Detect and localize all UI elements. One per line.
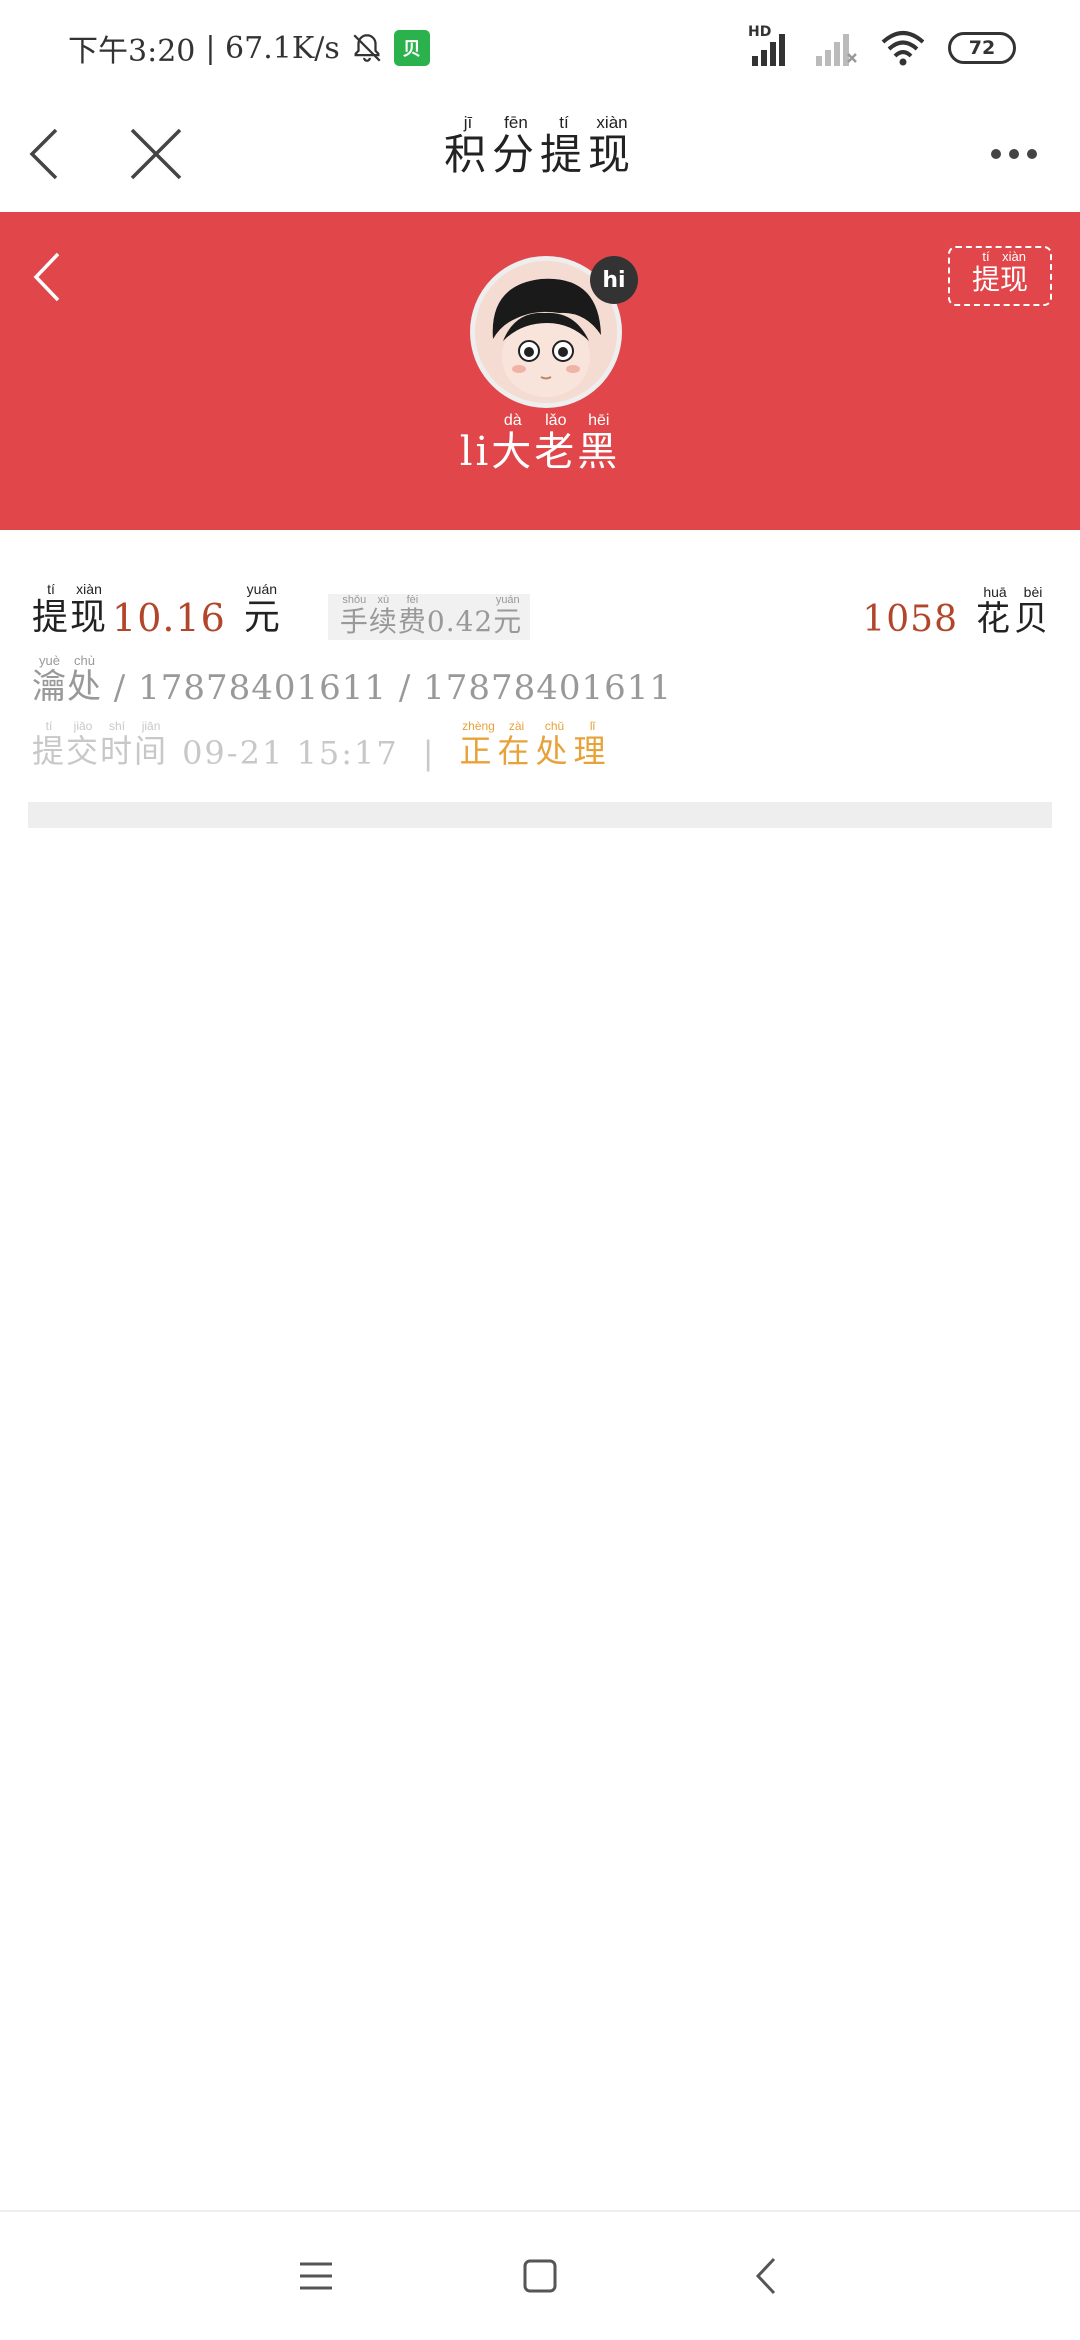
more-options-button[interactable]: [974, 114, 1054, 194]
submit-label: 提tí交jiāo时shí间jiān: [32, 719, 169, 770]
withdraw-label: 提tí现xiàn: [32, 581, 109, 638]
system-back-button[interactable]: [728, 2238, 804, 2314]
status-right: HD 72: [748, 24, 1016, 68]
status-left: 下午3:20 | 67.1K/s 贝: [68, 26, 430, 70]
chevron-left-icon: [33, 252, 60, 302]
more-icon: [991, 149, 1037, 159]
profile-banner: hi li大dà老lǎo黑hēi 提tí 现xiàn: [0, 212, 1080, 530]
page-title: 积jī分fēn提tí现xiàn: [443, 113, 637, 179]
banner-back-button[interactable]: [22, 242, 72, 312]
withdraw-record[interactable]: 提tí现xiàn 10.16 元yuán 手shǒu续xù费fèi0.42元yu…: [32, 576, 1052, 772]
amount-unit: 元yuán: [243, 581, 280, 638]
menu-icon: [300, 2262, 332, 2290]
withdraw-amount: 10.16: [112, 596, 226, 640]
nav-bar: 积jī分fēn提tí现xiàn: [0, 96, 1080, 212]
record-summary-row: 提tí现xiàn 10.16 元yuán 手shǒu续xù费fèi0.42元yu…: [32, 576, 1052, 640]
points-value: 1058: [862, 599, 958, 640]
account-info: 瀹yuè 处chù / 17878401611 / 17878401611: [32, 653, 673, 708]
square-icon: [523, 2259, 557, 2293]
separator: |: [422, 734, 436, 772]
avatar[interactable]: hi: [470, 256, 638, 408]
hi-badge: hi: [590, 256, 638, 304]
wifi-icon: [881, 31, 925, 66]
chevron-left-icon: [755, 2257, 776, 2295]
status-bar: 下午3:20 | 67.1K/s 贝 HD 72: [0, 0, 1080, 96]
network-speed: | 67.1K/s: [205, 30, 340, 66]
bell-muted-icon: [353, 34, 381, 62]
submit-time: 09-21 15:17: [182, 734, 399, 772]
fee-tag: 手shǒu续xù费fèi0.42元yuán: [327, 594, 531, 640]
status-badge: 正zhèng在zài处chǔ理lǐ: [459, 719, 612, 770]
battery-icon: 72: [948, 32, 1016, 64]
submit-info: 提tí交jiāo时shí间jiān 09-21 15:17 | 正zhèng在z…: [32, 716, 1052, 772]
recent-apps-button[interactable]: [278, 2238, 354, 2314]
home-button[interactable]: [502, 2238, 578, 2314]
points-unit: 花huā贝bèi: [976, 584, 1052, 639]
signal-hd-icon: HD: [748, 24, 792, 68]
user-name: li大dà老lǎo黑hēi: [459, 412, 621, 475]
status-time: 下午3:20: [68, 34, 196, 69]
app-notification-icon: 贝: [393, 30, 430, 66]
system-nav-bar: [0, 2212, 1080, 2340]
withdraw-button[interactable]: 提tí 现xiàn: [948, 246, 1052, 306]
signal-no-service-icon: [816, 34, 857, 66]
divider: [28, 802, 1052, 828]
